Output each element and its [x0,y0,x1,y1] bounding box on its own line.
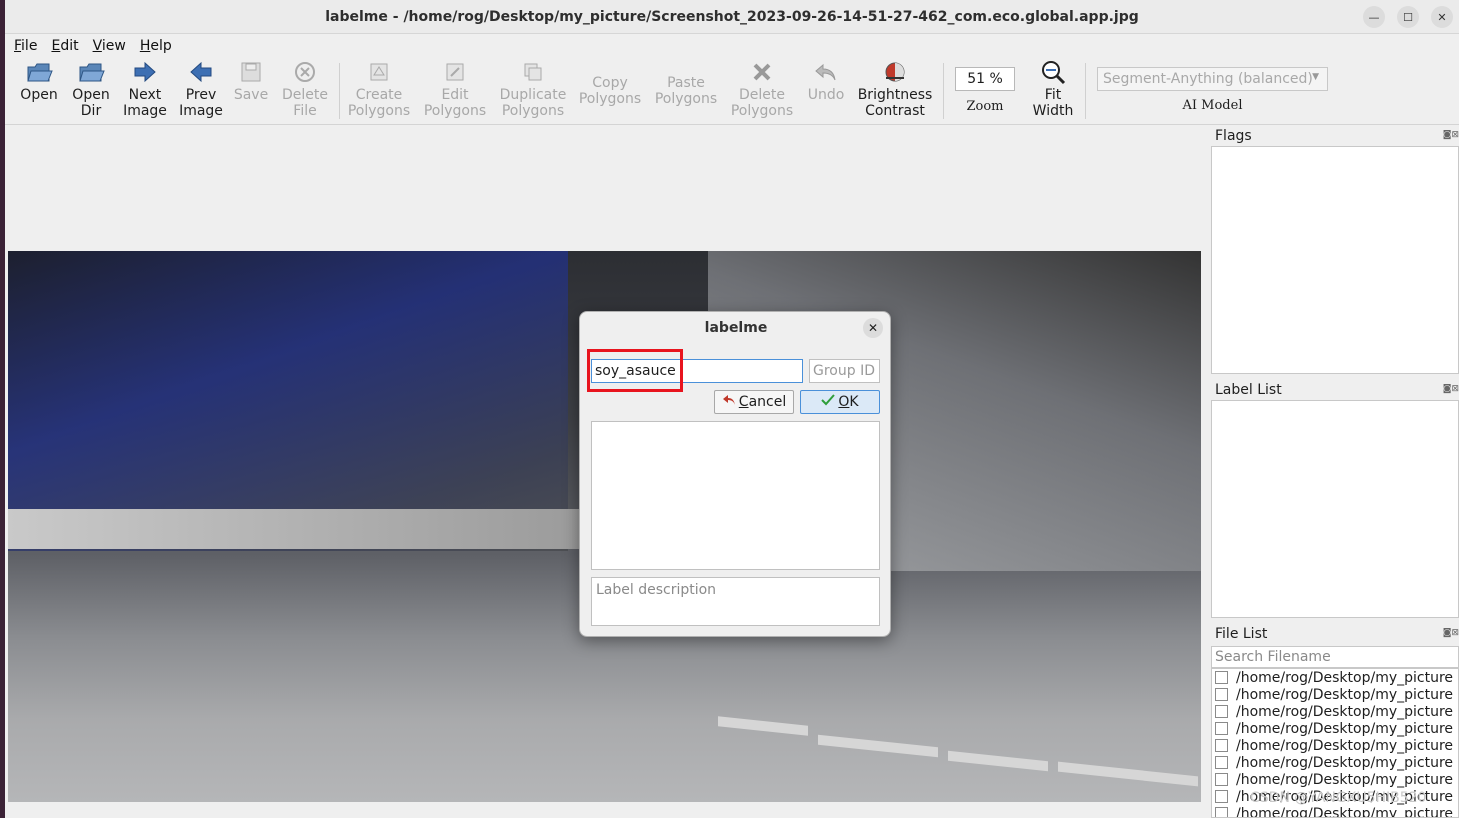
brightness-contrast-button[interactable]: Brightness Contrast [855,57,935,125]
dialog-title: labelme [704,320,768,336]
dialog-close-button[interactable]: ✕ [863,318,883,338]
label-dialog: labelme ✕ soy_asauce Group ID Cancel OK … [579,311,891,637]
search-filename-input[interactable]: Search Filename [1211,646,1459,668]
file-list-item[interactable]: /home/rog/Desktop/my_picture [1212,805,1458,817]
right-dock: Flags ◙⊠ Label List ◙⊠ File List ◙⊠ Sear… [1206,126,1459,818]
chevron-down-icon: ▼ [1312,72,1319,82]
flags-title: Flags [1215,128,1252,144]
undo-button[interactable]: Undo [803,57,849,125]
create-polygon-icon [367,57,391,87]
checkbox[interactable] [1215,671,1228,684]
checkbox[interactable] [1215,790,1228,803]
duplicate-polygons-button[interactable]: Duplicate Polygons [497,57,569,125]
file-list-item[interactable]: /home/rog/Desktop/my_picture [1212,771,1458,788]
arrow-left-icon [188,57,214,87]
delete-file-button[interactable]: Delete File [277,57,333,125]
create-polygons-button[interactable]: Create Polygons [345,57,413,125]
ai-model-select[interactable]: Segment-Anything (balanced) ▼ [1097,67,1328,91]
edit-polygons-button[interactable]: Edit Polygons [421,57,489,125]
checkbox[interactable] [1215,722,1228,735]
file-list-item[interactable]: /home/rog/Desktop/my_picture [1212,737,1458,754]
delete-circle-icon [293,57,317,87]
file-list-title: File List [1215,626,1268,642]
file-list-item[interactable]: /home/rog/Desktop/my_picture [1212,669,1458,686]
toolbar: Open Open Dir Next Image Prev Image Save… [5,57,1459,125]
dock-float-icon[interactable]: ◙⊠ [1443,628,1459,638]
duplicate-icon [521,57,545,87]
ok-button[interactable]: OK [800,390,880,414]
checkbox[interactable] [1215,756,1228,769]
undo-arrow-icon [722,393,736,411]
menu-file[interactable]: File [14,38,37,54]
title-bar: labelme - /home/rog/Desktop/my_picture/S… [5,0,1459,34]
delete-polygons-button[interactable]: Delete Polygons [727,57,797,125]
open-dir-button[interactable]: Open Dir [67,57,115,125]
menu-bar: File Edit View Help [5,35,1459,57]
floppy-disk-icon [239,57,263,87]
dock-float-icon[interactable]: ◙⊠ [1443,384,1459,394]
close-icon: ✕ [867,321,879,335]
undo-icon [813,57,839,87]
zoom-fit-icon [1040,57,1066,87]
checkbox[interactable] [1215,739,1228,752]
watermark: CSDN @YANGXU5HIB520 [1250,790,1427,806]
label-list-title: Label List [1215,382,1282,398]
copy-polygons-button[interactable]: Copy Polygons [575,57,645,125]
flags-panel[interactable] [1211,146,1459,374]
cancel-button[interactable]: Cancel [714,390,794,414]
file-list-item[interactable]: /home/rog/Desktop/my_picture [1212,686,1458,703]
menu-edit[interactable]: Edit [51,38,78,54]
file-list-item[interactable]: /home/rog/Desktop/my_picture [1212,703,1458,720]
menu-help[interactable]: Help [140,38,172,54]
file-list-item[interactable]: /home/rog/Desktop/my_picture [1212,754,1458,771]
arrow-right-icon [132,57,158,87]
check-icon [821,393,836,411]
label-description-input[interactable]: Label description [591,577,880,626]
group-id-input[interactable]: Group ID [809,359,880,383]
close-window-button[interactable]: ✕ [1431,6,1453,28]
dock-float-icon[interactable]: ◙⊠ [1443,130,1459,140]
fit-width-button[interactable]: Fit Width [1027,57,1079,125]
maximize-button[interactable]: ☐ [1397,6,1419,28]
menu-view[interactable]: View [93,38,126,54]
checkbox[interactable] [1215,807,1228,817]
prev-image-button[interactable]: Prev Image [175,57,227,125]
edit-icon [443,57,467,87]
window-title: labelme - /home/rog/Desktop/my_picture/S… [325,8,1139,25]
next-image-button[interactable]: Next Image [119,57,171,125]
toolbar-separator [943,63,944,119]
file-list-item[interactable]: /home/rog/Desktop/my_picture [1212,720,1458,737]
highlight-box [587,349,683,392]
paste-polygons-button[interactable]: Paste Polygons [651,57,721,125]
label-suggestion-list[interactable] [591,421,880,570]
ai-model-label: AI Model [1182,98,1243,113]
zoom-input[interactable]: 51 % [955,67,1015,91]
open-button[interactable]: Open [15,57,63,125]
save-button[interactable]: Save [231,57,271,125]
checkbox[interactable] [1215,705,1228,718]
brightness-contrast-icon [882,57,908,87]
folder-icon [77,57,105,87]
toolbar-separator [339,63,340,119]
checkbox[interactable] [1215,773,1228,786]
zoom-label: Zoom [966,99,1004,114]
checkbox[interactable] [1215,688,1228,701]
toolbar-separator [1085,63,1086,119]
minimize-button[interactable]: — [1363,6,1385,28]
delete-x-icon [750,57,774,87]
label-list-panel[interactable] [1211,400,1459,618]
folder-open-icon [25,57,53,87]
